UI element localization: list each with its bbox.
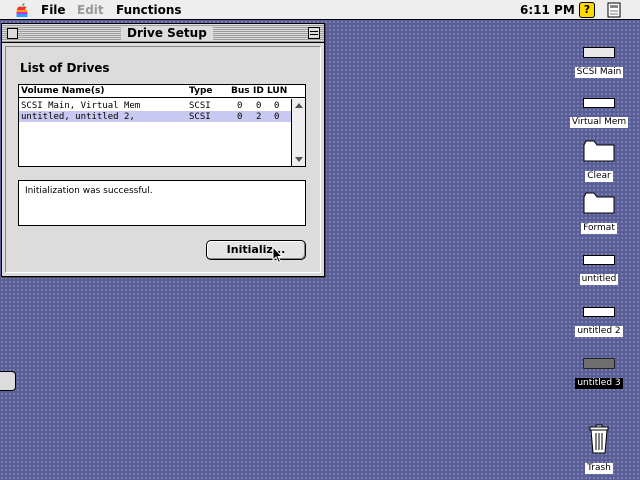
- column-type[interactable]: Type: [189, 86, 212, 96]
- drive-icon: [583, 98, 615, 108]
- status-box: Initialization was successful.: [18, 180, 306, 226]
- drive-list-header: Volume Name(s) Type Bus ID LUN: [19, 85, 305, 98]
- column-volume-names[interactable]: Volume Name(s): [21, 86, 104, 96]
- desktop-drive-untitled-2[interactable]: untitled 2: [559, 307, 639, 337]
- menu-clock[interactable]: 6:11 PM: [520, 3, 575, 17]
- folder-icon: [583, 192, 615, 214]
- drive-icon: [583, 307, 615, 317]
- desktop-icon-label: Clear: [585, 171, 613, 182]
- cursor-icon: [272, 246, 284, 264]
- scroll-up-arrow-icon[interactable]: [295, 103, 303, 108]
- menu-edit[interactable]: Edit: [77, 3, 104, 17]
- desktop-icon-label: Trash: [585, 463, 613, 474]
- desktop-icon-label: untitled 3: [575, 378, 623, 389]
- drive-icon: [583, 358, 615, 369]
- desktop-icon-label: untitled: [579, 274, 619, 285]
- drive-row-lun: 0: [274, 101, 280, 111]
- desktop-icon-label: SCSI Main: [574, 67, 624, 78]
- desktop-icon-label: untitled 2: [575, 326, 623, 337]
- scroll-down-arrow-icon[interactable]: [295, 157, 303, 162]
- window-title: Drive Setup: [121, 26, 213, 41]
- drive-row-bus: 0: [237, 101, 243, 111]
- collapse-box-icon[interactable]: [308, 27, 320, 39]
- apple-icon[interactable]: [14, 2, 30, 18]
- drive-icon: [583, 255, 615, 265]
- desktop-folder-clear[interactable]: Clear: [559, 140, 639, 182]
- list-of-drives-label: List of Drives: [20, 61, 110, 75]
- close-box-icon[interactable]: [7, 28, 18, 39]
- drive-icon: [583, 47, 615, 58]
- column-lun[interactable]: LUN: [267, 86, 287, 96]
- menu-functions[interactable]: Functions: [116, 3, 182, 17]
- control-strip-tab[interactable]: [0, 371, 16, 391]
- desktop-trash[interactable]: Trash: [559, 424, 639, 474]
- desktop-icon-label: Format: [581, 223, 617, 234]
- menu-file[interactable]: File: [41, 3, 66, 17]
- window-title-bar[interactable]: Drive Setup: [2, 24, 324, 43]
- folder-icon: [583, 140, 615, 162]
- drive-row-id: 2: [256, 112, 262, 122]
- column-bus[interactable]: Bus: [231, 86, 250, 96]
- initialize-button[interactable]: Initializ...: [206, 240, 306, 260]
- desktop-folder-format[interactable]: Format: [559, 192, 639, 234]
- desktop-drive-scsi-main[interactable]: SCSI Main: [559, 47, 639, 78]
- desktop-icon-label: Virtual Mem: [569, 117, 629, 128]
- menu-bar: File Edit Functions 6:11 PM ?: [0, 0, 640, 20]
- drive-list-scrollbar[interactable]: [291, 99, 305, 166]
- help-icon[interactable]: ?: [579, 2, 595, 18]
- trash-icon: [589, 424, 609, 454]
- desktop-drive-untitled-3[interactable]: untitled 3: [559, 358, 639, 389]
- drive-list[interactable]: Volume Name(s) Type Bus ID LUN SCSI Main…: [18, 84, 306, 167]
- desktop-drive-virtual-mem[interactable]: Virtual Mem: [559, 98, 639, 128]
- drive-row-name: SCSI Main, Virtual Mem: [21, 101, 141, 111]
- drive-row-selected[interactable]: untitled, untitled 2, SCSI 0 2 0: [19, 111, 291, 122]
- application-icon[interactable]: [605, 1, 623, 19]
- desktop-drive-untitled[interactable]: untitled: [559, 255, 639, 285]
- drive-row-name: untitled, untitled 2,: [21, 112, 135, 122]
- drive-row-id: 0: [256, 101, 262, 111]
- drive-row-lun: 0: [274, 112, 280, 122]
- drive-row-bus: 0: [237, 112, 243, 122]
- drive-row-type: SCSI: [189, 101, 211, 111]
- drive-row[interactable]: SCSI Main, Virtual Mem SCSI 0 0 0: [19, 100, 291, 111]
- column-id[interactable]: ID: [253, 86, 264, 96]
- status-message: Initialization was successful.: [25, 186, 153, 196]
- drive-row-type: SCSI: [189, 112, 211, 122]
